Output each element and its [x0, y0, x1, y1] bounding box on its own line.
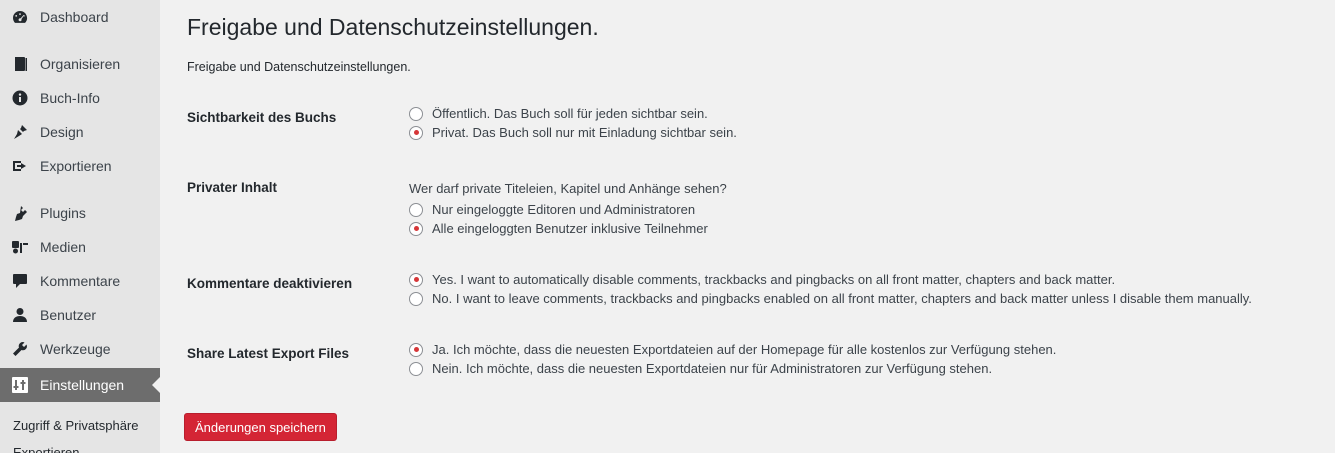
book-icon [12, 56, 28, 72]
media-icon [12, 239, 28, 255]
users-icon [12, 307, 28, 323]
sidebar-item-medien[interactable]: Medien [0, 230, 160, 264]
comments-label: Kommentare deaktivieren [187, 276, 353, 291]
sidebar-item-buch-info[interactable]: Buch-Info [0, 81, 160, 115]
sidebar-item-label: Werkzeuge [40, 341, 111, 357]
private-all-users-option[interactable]: Alle eingeloggten Benutzer inklusive Tei… [409, 221, 708, 236]
submenu-item-zugriff-privatsphaere[interactable]: Zugriff & Privatsphäre [13, 418, 138, 433]
plugin-icon [12, 205, 28, 221]
sidebar-item-plugins[interactable]: Plugins [0, 196, 160, 230]
dashboard-icon [12, 9, 28, 25]
sidebar-item-label: Medien [40, 239, 86, 255]
sidebar-item-exportieren[interactable]: Exportieren [0, 149, 160, 183]
save-changes-button[interactable]: Änderungen speichern [184, 413, 337, 441]
radio-button[interactable] [409, 272, 423, 287]
share-export-no-option[interactable]: Nein. Ich möchte, dass die neuesten Expo… [409, 361, 992, 376]
radio-button[interactable] [409, 202, 423, 217]
comments-disable-no-option[interactable]: No. I want to leave comments, trackbacks… [409, 291, 1252, 306]
sidebar-item-organisieren[interactable]: Organisieren [0, 47, 160, 81]
radio-button[interactable] [409, 342, 423, 357]
visibility-label: Sichtbarkeit des Buchs [187, 110, 337, 125]
sidebar-item-werkzeuge[interactable]: Werkzeuge [0, 332, 160, 366]
private-content-question: Wer darf private Titeleien, Kapitel und … [409, 181, 727, 196]
radio-button[interactable] [409, 361, 423, 376]
sidebar-item-benutzer[interactable]: Benutzer [0, 298, 160, 332]
radio-button[interactable] [409, 221, 423, 236]
radio-button[interactable] [409, 291, 423, 306]
option-label: Ja. Ich möchte, dass die neuesten Export… [432, 342, 1057, 357]
option-label: Yes. I want to automatically disable com… [432, 272, 1116, 287]
info-icon [12, 90, 28, 106]
main-content: Freigabe und Datenschutzeinstellungen. F… [160, 0, 1335, 453]
sidebar-item-dashboard[interactable]: Dashboard [0, 0, 160, 34]
comment-icon [12, 273, 28, 289]
sidebar-item-label: Dashboard [40, 9, 109, 25]
admin-sidebar: Dashboard Organisieren Buch-Info Design … [0, 0, 160, 453]
share-export-yes-option[interactable]: Ja. Ich möchte, dass die neuesten Export… [409, 342, 1056, 357]
sidebar-item-design[interactable]: Design [0, 115, 160, 149]
private-editors-option[interactable]: Nur eingeloggte Editoren und Administrat… [409, 202, 695, 217]
brush-icon [12, 124, 28, 140]
settings-icon [12, 377, 28, 393]
settings-submenu: Zugriff & Privatsphäre Exportieren [0, 402, 160, 453]
option-label: Öffentlich. Das Buch soll für jeden sich… [432, 106, 708, 121]
radio-button[interactable] [409, 125, 423, 140]
active-indicator [152, 377, 160, 393]
option-label: Nein. Ich möchte, dass die neuesten Expo… [432, 361, 993, 376]
submenu-item-exportieren[interactable]: Exportieren [13, 445, 79, 453]
comments-disable-yes-option[interactable]: Yes. I want to automatically disable com… [409, 272, 1115, 287]
sidebar-item-einstellungen[interactable]: Einstellungen [0, 368, 160, 402]
share-export-label: Share Latest Export Files [187, 346, 350, 361]
private-content-label: Privater Inhalt [187, 180, 278, 195]
option-label: No. I want to leave comments, trackbacks… [432, 291, 1252, 306]
radio-button[interactable] [409, 106, 423, 121]
option-label: Alle eingeloggten Benutzer inklusive Tei… [432, 221, 708, 236]
sidebar-item-label: Buch-Info [40, 90, 100, 106]
export-icon [12, 158, 28, 174]
sidebar-item-label: Plugins [40, 205, 86, 221]
sidebar-item-label: Benutzer [40, 307, 97, 323]
sidebar-item-label: Kommentare [40, 273, 121, 289]
sidebar-item-label: Einstellungen [40, 377, 125, 393]
option-label: Privat. Das Buch soll nur mit Einladung … [432, 125, 737, 140]
visibility-private-option[interactable]: Privat. Das Buch soll nur mit Einladung … [409, 125, 737, 140]
visibility-public-option[interactable]: Öffentlich. Das Buch soll für jeden sich… [409, 106, 708, 121]
sidebar-item-label: Exportieren [40, 158, 112, 174]
page-title: Freigabe und Datenschutzeinstellungen. [187, 14, 599, 40]
page-description: Freigabe und Datenschutzeinstellungen. [187, 60, 411, 74]
sidebar-item-kommentare[interactable]: Kommentare [0, 264, 160, 298]
wrench-icon [12, 341, 28, 357]
sidebar-item-label: Design [40, 124, 84, 140]
option-label: Nur eingeloggte Editoren und Administrat… [432, 202, 696, 217]
sidebar-item-label: Organisieren [40, 56, 121, 72]
